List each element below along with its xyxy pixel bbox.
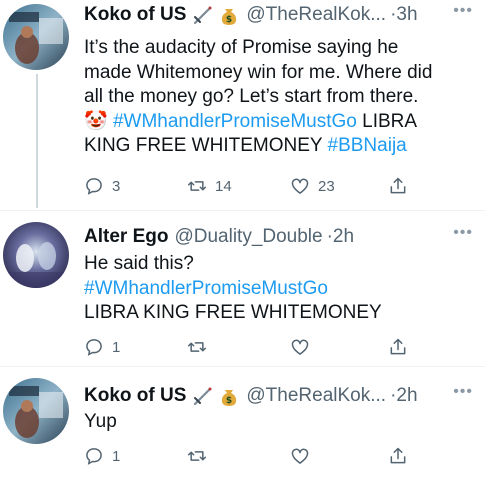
display-name[interactable]: Koko of US (84, 4, 186, 26)
like-button[interactable] (290, 446, 318, 466)
share-icon (390, 338, 406, 355)
reply-icon (86, 178, 102, 195)
dagger-icon (191, 4, 213, 26)
retweet-count: 14 (215, 177, 232, 195)
like-icon (291, 339, 309, 355)
hashtag-link[interactable]: #WMhandlerPromiseMustGo (113, 111, 357, 132)
tweet-text-line: all the money go? Let’s start from there… (84, 86, 419, 107)
reply-button[interactable]: 3 (84, 176, 120, 196)
like-button[interactable]: 23 (290, 176, 335, 196)
avatar[interactable] (3, 4, 69, 70)
tweet-text-segment: LIBRA (356, 110, 418, 132)
display-name[interactable]: Koko of US (84, 385, 186, 407)
timestamp[interactable]: 2h (333, 226, 354, 247)
like-count: 23 (318, 177, 335, 195)
tweet-text: Yup (84, 410, 484, 435)
reply-count: 1 (112, 447, 121, 465)
tweet-header: Koko of US $ @TheRealKok... ·2h ••• (84, 383, 477, 409)
like-button[interactable] (290, 337, 318, 357)
tweet-actions: 1 (84, 446, 414, 470)
money-bag-icon: $ (218, 4, 240, 26)
timestamp[interactable]: 3h (396, 4, 417, 25)
reply-icon (86, 448, 102, 465)
display-name[interactable]: Alter Ego (84, 226, 168, 248)
tweet-text-line: He said this? (84, 253, 194, 274)
retweet-button[interactable] (187, 446, 215, 466)
avatar[interactable] (3, 222, 69, 288)
tweet-actions: 3 14 23 (84, 176, 414, 200)
money-bag-icon: $ (218, 385, 240, 407)
more-options-icon[interactable]: ••• (453, 224, 473, 242)
tweet-header: Koko of US $ @TheRealKok... ·3h ••• (84, 2, 477, 28)
reply-button[interactable]: 1 (84, 337, 120, 357)
svg-text:$: $ (226, 15, 232, 25)
tweet-2[interactable]: Alter Ego @Duality_Double ·2h ••• He sai… (0, 211, 485, 366)
clown-emoji: 🤡 (84, 110, 108, 132)
avatar[interactable] (3, 378, 69, 444)
retweet-icon (187, 181, 207, 191)
thread-line (36, 74, 38, 208)
dagger-icon (191, 385, 213, 407)
more-options-icon[interactable]: ••• (453, 2, 473, 20)
user-handle[interactable]: @Duality_Double (174, 226, 322, 248)
share-icon (390, 447, 406, 464)
tweet-text-line: LIBRA KING FREE WHITEMONEY (84, 302, 382, 323)
reply-button[interactable]: 1 (84, 446, 120, 466)
reply-count: 3 (112, 177, 121, 195)
user-handle[interactable]: @TheRealKok... (246, 4, 386, 26)
tweet-text-line: made Whitemoney win for me. Where did (84, 61, 433, 83)
hashtag-link[interactable]: #WMhandlerPromiseMustGo (84, 277, 484, 302)
retweet-button[interactable] (187, 337, 215, 357)
share-button[interactable] (388, 176, 408, 196)
tweet-3[interactable]: Koko of US $ @TheRealKok... ·2h ••• Yup … (0, 367, 485, 478)
retweet-icon (187, 451, 207, 461)
user-handle[interactable]: @TheRealKok... (246, 385, 386, 407)
tweet-text-segment: KING FREE WHITEMONEY (84, 135, 328, 156)
share-button[interactable] (388, 446, 408, 466)
share-button[interactable] (388, 337, 408, 357)
retweet-button[interactable]: 14 (187, 176, 232, 196)
tweet-actions: 1 (84, 337, 414, 361)
tweet-header: Alter Ego @Duality_Double ·2h ••• (84, 224, 477, 250)
timestamp[interactable]: 2h (396, 385, 417, 406)
tweet-text: It’s the audacity of Promise saying he m… (84, 36, 484, 159)
tweet-1[interactable]: Koko of US $ @TheRealKok... ·3h ••• It’s… (0, 0, 485, 210)
share-icon (390, 177, 406, 194)
reply-icon (86, 339, 102, 356)
hashtag-link[interactable]: #BBNaija (328, 135, 407, 156)
svg-text:$: $ (226, 396, 232, 406)
retweet-icon (187, 342, 207, 352)
more-options-icon[interactable]: ••• (453, 383, 473, 401)
tweet-text: He said this? #WMhandlerPromiseMustGo LI… (84, 252, 484, 326)
tweet-text-line: It’s the audacity of Promise saying he (84, 37, 399, 58)
reply-count: 1 (112, 338, 121, 356)
like-icon (291, 448, 309, 464)
tweet-text-line: Yup (84, 411, 117, 432)
like-icon (291, 178, 309, 194)
